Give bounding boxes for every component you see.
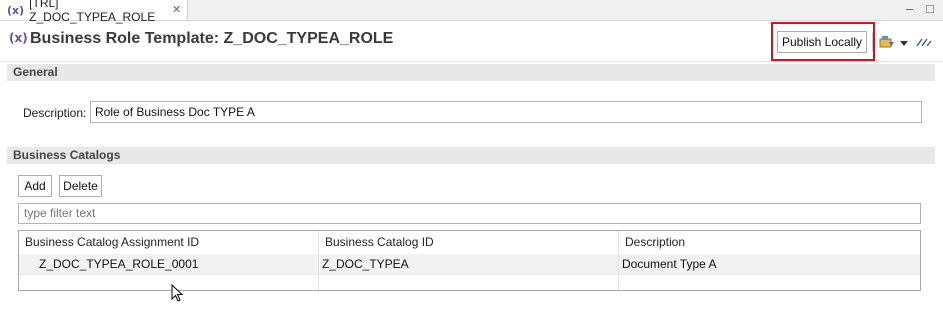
template-icon: (x) [9,31,28,45]
deploy-icon[interactable] [879,34,895,50]
section-general-heading: General [7,64,935,81]
column-header-assignment-id[interactable]: Business Catalog Assignment ID [19,231,319,253]
mouse-pointer-icon [171,284,184,302]
add-button[interactable]: Add [18,175,52,197]
editor-tab[interactable]: (x) [TRL] Z_DOC_TYPEA_ROLE ✕ [0,0,188,24]
cell-assignment-id: Z_DOC_TYPEA_ROLE_0001 [39,257,199,271]
chevron-down-icon[interactable] [899,38,909,48]
column-header-catalog-id[interactable]: Business Catalog ID [319,231,619,253]
maximize-icon[interactable]: □ [926,1,934,17]
column-divider [318,231,319,290]
description-label: Description: [23,106,87,120]
description-field[interactable]: Role of Business Doc TYPE A [90,101,922,123]
publish-locally-button[interactable]: Publish Locally [777,31,867,53]
catalog-table: Business Catalog Assignment ID Business … [18,230,921,291]
column-divider [618,231,619,290]
table-row-empty[interactable] [19,274,920,291]
minimize-icon[interactable]: – [906,1,913,17]
section-catalogs-heading: Business Catalogs [7,147,935,164]
cell-description: Document Type A [622,257,717,271]
cell-catalog-id: Z_DOC_TYPEA [322,257,409,271]
table-row[interactable]: Z_DOC_TYPEA_ROLE_0001 Z_DOC_TYPEA Docume… [19,254,920,274]
variable-icon: (x) [7,3,25,17]
editor-tab-strip: (x) [TRL] Z_DOC_TYPEA_ROLE ✕ – □ [0,0,943,24]
delete-button[interactable]: Delete [59,175,102,197]
close-icon[interactable]: ✕ [172,3,181,16]
more-options-icon[interactable] [915,36,933,48]
page-title: Business Role Template: Z_DOC_TYPEA_ROLE [30,30,394,47]
filter-input[interactable]: type filter text [18,203,921,224]
column-header-description[interactable]: Description [619,231,920,253]
toolbar-separator [872,32,873,52]
